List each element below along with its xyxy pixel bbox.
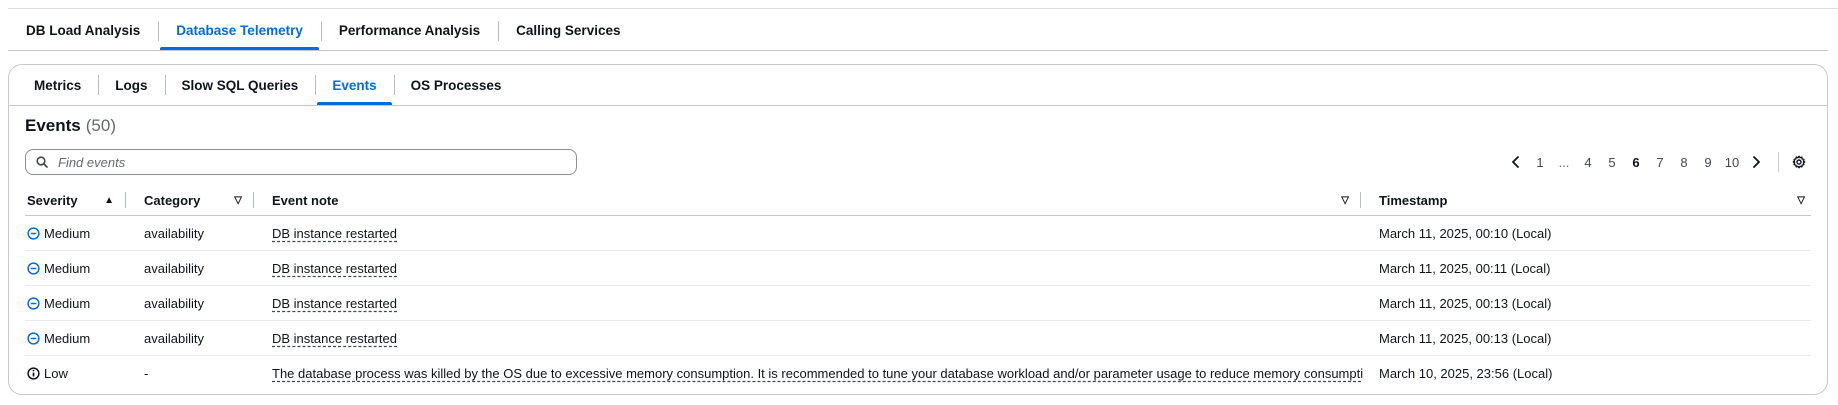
severity-cell: Medium	[27, 331, 126, 346]
telemetry-container: Metrics Logs Slow SQL Queries Events OS …	[8, 64, 1828, 395]
minus-circle-icon	[27, 331, 40, 345]
minus-circle-icon	[27, 261, 40, 275]
tab-database-telemetry[interactable]: Database Telemetry	[158, 11, 321, 50]
severity-label: Medium	[44, 330, 91, 346]
event-note-link[interactable]: The database process was killed by the O…	[272, 366, 1363, 381]
column-header-timestamp[interactable]: Timestamp ▽	[1363, 185, 1811, 216]
severity-label: Medium	[44, 295, 91, 311]
page-button-8[interactable]: 8	[1672, 150, 1696, 174]
category-cell: availability	[128, 285, 256, 321]
page-ellipsis: ...	[1558, 154, 1570, 170]
severity-label: Medium	[44, 260, 91, 276]
sort-icon[interactable]: ▽	[234, 195, 242, 206]
timestamp-cell: March 10, 2025, 23:56 (Local)	[1379, 365, 1553, 381]
page-button-5[interactable]: 5	[1600, 150, 1624, 174]
gear-icon[interactable]	[1787, 150, 1811, 174]
search-input[interactable]	[56, 153, 560, 171]
events-title: Events	[25, 116, 81, 135]
tab-os-processes[interactable]: OS Processes	[393, 65, 519, 105]
page-button-10[interactable]: 10	[1720, 150, 1744, 174]
column-separator[interactable]	[125, 192, 126, 208]
column-label-event-note: Event note	[272, 192, 339, 208]
sort-icon[interactable]: ▽	[1797, 195, 1805, 206]
chevron-left-icon[interactable]	[1504, 150, 1528, 174]
category-cell: availability	[128, 250, 256, 286]
page-button-7[interactable]: 7	[1648, 150, 1672, 174]
timestamp-cell: March 11, 2025, 00:13 (Local)	[1363, 285, 1811, 321]
event-note-link[interactable]: DB instance restarted	[272, 261, 397, 276]
column-header-severity[interactable]: Severity ▲	[25, 185, 128, 216]
events-table: Severity ▲ Category ▽ Event note ▽ Times…	[25, 185, 1811, 390]
event-note-link[interactable]: DB instance restarted	[272, 226, 397, 241]
search-icon	[36, 156, 48, 168]
category-cell: availability	[128, 320, 256, 356]
sort-ascending-icon[interactable]: ▲	[104, 195, 114, 206]
severity-cell: Medium	[27, 261, 126, 276]
search-box[interactable]	[25, 149, 577, 175]
events-header: Events (50)	[25, 116, 1811, 138]
column-header-category[interactable]: Category ▽	[128, 185, 256, 216]
tab-metrics[interactable]: Metrics	[17, 65, 98, 105]
pagination: 1 ... 4 5 6 7 8 9 10	[1504, 150, 1811, 174]
category-cell: availability	[128, 215, 256, 251]
page-button-9[interactable]: 9	[1696, 150, 1720, 174]
severity-label: Medium	[44, 225, 91, 241]
page-button-1[interactable]: 1	[1528, 150, 1552, 174]
minus-circle-icon	[27, 226, 40, 240]
events-toolbar: 1 ... 4 5 6 7 8 9 10	[25, 148, 1811, 176]
page-button-6-current[interactable]: 6	[1624, 150, 1648, 174]
tab-logs[interactable]: Logs	[98, 65, 164, 105]
table-row: Medium availability DB instance restarte…	[25, 250, 1811, 286]
sub-tab-bar: Metrics Logs Slow SQL Queries Events OS …	[9, 65, 1827, 106]
events-count: (50)	[85, 116, 116, 135]
table-row: Medium availability DB instance restarte…	[25, 215, 1811, 251]
top-divider	[8, 8, 1838, 9]
column-label-severity: Severity	[27, 192, 78, 208]
table-row: Medium availability DB instance restarte…	[25, 285, 1811, 321]
severity-label: Low	[44, 365, 68, 381]
table-row: Medium availability DB instance restarte…	[25, 320, 1811, 356]
event-note-link[interactable]: DB instance restarted	[272, 331, 397, 346]
column-header-event-note[interactable]: Event note ▽	[256, 185, 1363, 216]
events-panel: Events (50) 1 ... 4 5 6 7 8 9	[9, 106, 1827, 394]
severity-cell: Low	[27, 366, 126, 381]
severity-cell: Medium	[27, 296, 126, 311]
tab-db-load-analysis[interactable]: DB Load Analysis	[8, 11, 158, 49]
column-label-category: Category	[144, 192, 201, 208]
timestamp-cell: March 11, 2025, 00:13 (Local)	[1363, 320, 1811, 356]
top-tab-bar: DB Load Analysis Database Telemetry Perf…	[8, 10, 1828, 51]
timestamp-cell: March 11, 2025, 00:10 (Local)	[1363, 215, 1811, 251]
table-header-row: Severity ▲ Category ▽ Event note ▽ Times…	[25, 185, 1811, 216]
category-cell: -	[144, 365, 149, 381]
minus-circle-icon	[27, 296, 40, 310]
sort-icon[interactable]: ▽	[1341, 195, 1349, 206]
column-label-timestamp: Timestamp	[1379, 192, 1448, 208]
chevron-right-icon[interactable]	[1744, 150, 1768, 174]
timestamp-cell: March 11, 2025, 00:11 (Local)	[1363, 250, 1811, 286]
page-button-4[interactable]: 4	[1576, 150, 1600, 174]
info-circle-icon	[27, 366, 40, 380]
table-row: Low - The database process was killed by…	[25, 356, 1811, 391]
column-separator[interactable]	[1360, 192, 1361, 208]
tab-events[interactable]: Events	[315, 65, 393, 105]
event-note-link[interactable]: DB instance restarted	[272, 296, 397, 311]
severity-cell: Medium	[27, 226, 126, 241]
pagination-divider	[1778, 152, 1779, 172]
tab-performance-analysis[interactable]: Performance Analysis	[320, 11, 498, 49]
column-separator[interactable]	[253, 192, 254, 208]
tab-calling-services[interactable]: Calling Services	[498, 11, 638, 49]
tab-slow-sql-queries[interactable]: Slow SQL Queries	[164, 65, 316, 105]
